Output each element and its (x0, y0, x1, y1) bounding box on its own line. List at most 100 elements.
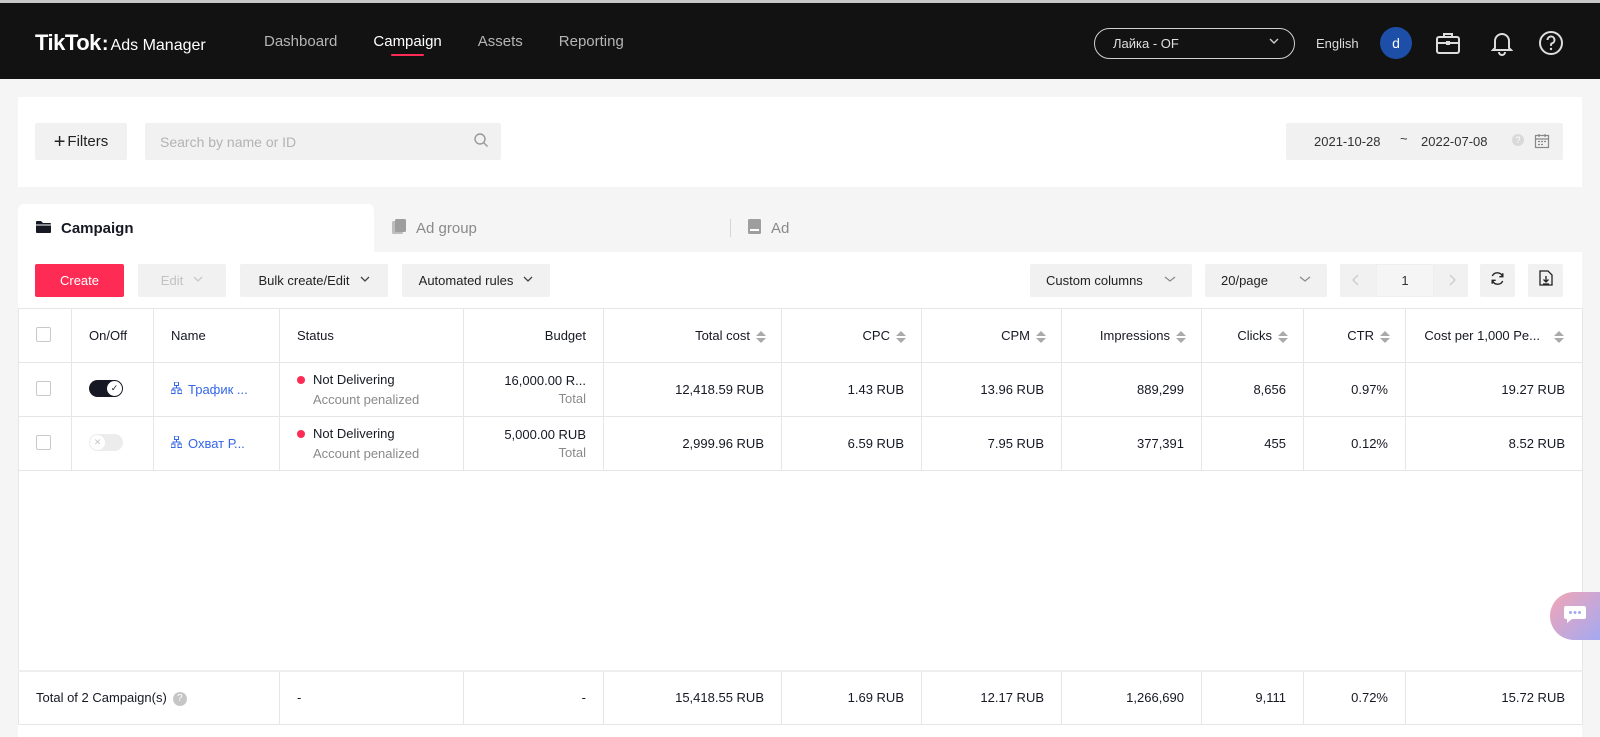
on-off-cell: ✓ (71, 362, 154, 417)
page-size-label: 20/page (1221, 273, 1268, 288)
row-select-cell (18, 362, 72, 417)
col-cpc[interactable]: CPC (781, 308, 922, 363)
budget-cell[interactable]: 16,000.00 R... Total (463, 362, 604, 417)
row-checkbox[interactable] (36, 434, 51, 450)
sort-icon[interactable] (1036, 330, 1046, 343)
check-icon: ✓ (107, 380, 122, 396)
totals-label: Total of 2 Campaign(s) (36, 689, 167, 705)
nav-reporting[interactable]: Reporting (559, 3, 624, 79)
col-cpm[interactable]: CPM (921, 308, 1062, 363)
tab-ad-group[interactable]: Ad group (392, 204, 477, 252)
status-subtext: Account penalized (313, 391, 420, 407)
export-button[interactable] (1528, 264, 1563, 297)
chevron-down-icon (1164, 274, 1176, 287)
budget-type: Total (558, 444, 586, 460)
status-toggle[interactable]: ✕ (89, 433, 123, 451)
campaign-hierarchy-icon (170, 435, 183, 451)
folder-icon (36, 220, 51, 237)
table-row[interactable]: ✕ Охват Р... Not Delivering Account penal… (18, 416, 1583, 471)
logo-text: TikTok (35, 30, 101, 55)
campaign-name-link[interactable]: Охват Р... (170, 435, 262, 451)
campaign-table-panel: Create Edit Bulk create/Edit Automated r… (18, 252, 1583, 737)
sort-icon[interactable] (1278, 330, 1288, 343)
top-navigation-bar: TikTok : Ads Manager Dashboard Campaign … (0, 0, 1600, 79)
row-checkbox[interactable] (36, 380, 51, 396)
campaign-name: Охват Р... (188, 436, 245, 451)
help-icon[interactable]: ? (172, 691, 187, 706)
create-button[interactable]: Create (35, 264, 124, 297)
totals-impressions-cell: 1,266,690 (1061, 669, 1202, 725)
search-icon (473, 132, 489, 151)
page-number-input[interactable]: 1 (1376, 264, 1434, 297)
budget-value: 5,000.00 RUB (504, 426, 586, 442)
language-selector[interactable]: English (1316, 36, 1359, 51)
totals-cost-per-1000-cell: 15.72 RUB (1405, 669, 1583, 725)
briefcase-icon[interactable] (1434, 29, 1462, 57)
search-input[interactable]: Search by name or ID (145, 123, 501, 160)
tab-campaign[interactable]: Campaign (18, 204, 374, 252)
table-row[interactable]: ✓ Трафик ... Not Delivering Account penal… (18, 362, 1583, 417)
col-ctr[interactable]: CTR (1303, 308, 1406, 363)
search-placeholder: Search by name or ID (160, 133, 297, 150)
sort-icon[interactable] (756, 330, 766, 343)
campaign-name: Трафик ... (188, 382, 248, 397)
status-toggle[interactable]: ✓ (89, 379, 123, 397)
page-size-select[interactable]: 20/page (1205, 264, 1327, 297)
chevron-down-icon (360, 274, 370, 287)
avatar[interactable]: d (1380, 27, 1412, 59)
chevron-left-icon[interactable] (1352, 274, 1360, 289)
col-total-cost[interactable]: Total cost (603, 308, 782, 363)
ad-group-icon (392, 218, 406, 238)
filters-button[interactable]: + Filters (35, 123, 127, 160)
info-icon: ? (1512, 134, 1524, 146)
tiktok-ads-manager-logo[interactable]: TikTok : Ads Manager (35, 30, 206, 56)
sort-icon[interactable] (1176, 330, 1186, 343)
edit-dropdown[interactable]: Edit (138, 264, 226, 297)
status-cell: Not Delivering Account penalized (279, 416, 464, 471)
chevron-down-icon (1299, 274, 1311, 287)
col-cost-per-1000[interactable]: Cost per 1,000 Pe... (1405, 308, 1583, 363)
col-impressions[interactable]: Impressions (1061, 308, 1202, 363)
col-clicks[interactable]: Clicks (1201, 308, 1304, 363)
select-all-checkbox[interactable] (36, 326, 51, 342)
sort-icon[interactable] (1554, 330, 1564, 343)
nav-assets[interactable]: Assets (478, 3, 523, 79)
tab-ad[interactable]: Ad (748, 204, 789, 252)
campaign-table: On/Off Name Status Budget Total cost CPC… (18, 308, 1583, 725)
account-selector[interactable]: Лайка - OF (1094, 28, 1295, 59)
level-tabs: Campaign Ad group Ad (18, 204, 1582, 252)
campaign-hierarchy-icon (170, 381, 183, 397)
empty-space-row (18, 470, 1583, 671)
col-clicks-label: Clicks (1237, 328, 1272, 343)
chat-support-button[interactable] (1550, 592, 1600, 640)
chevron-right-icon[interactable] (1448, 274, 1456, 289)
bulk-create-edit-dropdown[interactable]: Bulk create/Edit (240, 264, 388, 297)
impressions-cell: 889,299 (1061, 362, 1202, 417)
sort-icon[interactable] (1380, 330, 1390, 343)
automated-rules-dropdown[interactable]: Automated rules (402, 264, 550, 297)
total-cost-cell: 12,418.59 RUB (603, 362, 782, 417)
nav-dashboard[interactable]: Dashboard (264, 3, 337, 79)
date-range-picker[interactable]: 2021-10-28 ~ 2022-07-08 ? (1286, 123, 1563, 160)
total-cost-cell: 2,999.96 RUB (603, 416, 782, 471)
nav-campaign[interactable]: Campaign (373, 3, 442, 79)
calendar-icon[interactable] (1534, 133, 1550, 152)
name-cell: Трафик ... (153, 362, 280, 417)
help-icon[interactable] (1537, 29, 1565, 57)
select-all-cell (18, 308, 72, 363)
bell-icon[interactable] (1488, 29, 1516, 57)
row-select-cell (18, 416, 72, 471)
sort-icon[interactable] (896, 330, 906, 343)
date-start[interactable]: 2021-10-28 (1314, 134, 1381, 149)
custom-columns-dropdown[interactable]: Custom columns (1030, 264, 1192, 297)
chevron-down-icon (523, 274, 533, 287)
refresh-button[interactable] (1480, 264, 1515, 297)
budget-cell[interactable]: 5,000.00 RUB Total (463, 416, 604, 471)
status-text: Not Delivering (313, 371, 395, 387)
chevron-down-icon (1268, 35, 1280, 50)
name-cell: Охват Р... (153, 416, 280, 471)
totals-ctr-cell: 0.72% (1303, 669, 1406, 725)
tab-divider (730, 219, 731, 237)
date-end[interactable]: 2022-07-08 (1421, 134, 1488, 149)
campaign-name-link[interactable]: Трафик ... (170, 381, 262, 397)
